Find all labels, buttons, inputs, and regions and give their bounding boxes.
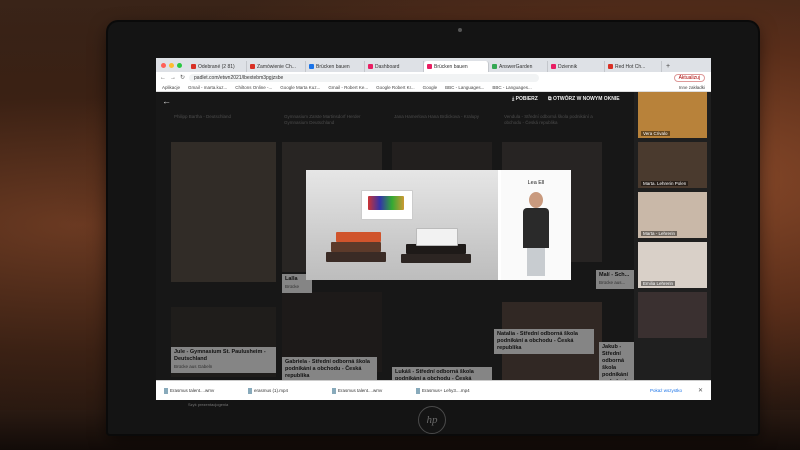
- bookmark-item[interactable]: Gmail - Robert Ke...: [328, 85, 368, 90]
- tab-label: Brücken bauen: [434, 63, 468, 70]
- books-photo: [306, 170, 498, 280]
- minimize-window-button[interactable]: [169, 63, 174, 68]
- show-all-downloads-link[interactable]: Pokaż wszystko: [650, 388, 682, 393]
- tab-label: Dziennik: [558, 63, 578, 70]
- lightbox-toolbar: ← ⤓ POBIERZ ⧉ OTWÓRZ W NOWYM OKNIE: [156, 92, 634, 110]
- tab-label: Odebrané (2 81): [198, 63, 235, 70]
- participant-video[interactable]: Emilia Lehrerin: [638, 242, 707, 288]
- download-label: POBIERZ: [515, 96, 538, 102]
- participant-name: Vera Crivalo: [641, 131, 670, 136]
- laptop-screen: Odebrané (2 81) Zamówienie Ch... Brücken…: [156, 58, 711, 400]
- download-button[interactable]: ⤓ POBIERZ: [512, 96, 538, 102]
- reload-icon[interactable]: ↻: [180, 74, 185, 81]
- bookmark-item[interactable]: Google Robert Kr...: [376, 85, 415, 90]
- tab-favicon-icon: [250, 64, 255, 69]
- browser-tab[interactable]: Dziennik: [548, 61, 605, 72]
- forward-arrow-icon[interactable]: →: [170, 75, 176, 81]
- address-bar-row: ← → ↻ padlet.com/etwn2021/lbextebm3pgjzs…: [156, 72, 711, 83]
- download-filename: erasmus (1).mp4: [254, 388, 289, 393]
- tab-favicon-icon: [608, 64, 613, 69]
- browser-tab[interactable]: AnswerGarden: [489, 61, 548, 72]
- tab-favicon-icon: [427, 64, 432, 69]
- back-arrow-icon[interactable]: ←: [160, 75, 166, 81]
- tab-favicon-icon: [492, 64, 497, 69]
- tab-label: Zamówienie Ch...: [257, 63, 296, 70]
- bookmark-item[interactable]: Aplikacje: [162, 85, 180, 90]
- download-filename: Erasmus talent....wmv: [338, 388, 383, 393]
- browser-tab-bar: Odebrané (2 81) Zamówienie Ch... Brücken…: [156, 58, 711, 72]
- participant-name: Emilia Lehrerin: [641, 281, 676, 286]
- new-tab-button[interactable]: +: [662, 63, 674, 72]
- tab-label: Red Hot Ch...: [615, 63, 646, 70]
- person-head: [529, 192, 543, 208]
- padlet-board: Philipp Bartha - Deutschland Gymnasium Z…: [156, 92, 634, 400]
- book: [326, 252, 386, 262]
- participant-name: Marta - Lehrerin: [641, 231, 678, 236]
- back-arrow-icon[interactable]: ←: [162, 96, 171, 106]
- window-controls: [156, 63, 188, 72]
- book: [401, 254, 471, 263]
- browser-tab[interactable]: Odebrané (2 81): [188, 61, 247, 72]
- book: [336, 232, 381, 242]
- file-icon: [332, 387, 336, 394]
- bookmark-item[interactable]: BBC - Languages...: [492, 85, 531, 90]
- paper-bridge: [416, 228, 458, 246]
- download-filename: Erasmus talent....wmv: [170, 388, 215, 393]
- tab-favicon-icon: [551, 64, 556, 69]
- download-item[interactable]: erasmus (1).mp4: [248, 387, 326, 394]
- close-window-button[interactable]: [161, 63, 166, 68]
- download-item[interactable]: Erasmus+ Lehy3....mp4: [416, 387, 494, 394]
- hp-logo: hp: [418, 406, 446, 434]
- participant-video[interactable]: Marta. Lehrerin Polen: [638, 142, 707, 188]
- webcam: [458, 28, 462, 32]
- video-call-panel: Vera Crivalo Marta. Lehrerin Polen Marta…: [634, 92, 711, 400]
- laptop: Odebrané (2 81) Zamówienie Ch... Brücken…: [108, 22, 758, 434]
- bookmark-item[interactable]: Google Marta Kuz...: [280, 85, 320, 90]
- video-feed: [638, 292, 707, 338]
- browser-tab-active[interactable]: Brücken bauen: [424, 61, 489, 72]
- open-new-window-button[interactable]: ⧉ OTWÓRZ W NOWYM OKNIE: [548, 96, 620, 102]
- tab-favicon-icon: [368, 64, 373, 69]
- book: [331, 242, 381, 252]
- browser-tab[interactable]: Red Hot Ch...: [605, 61, 662, 72]
- tab-label: Dashboard: [375, 63, 400, 70]
- participant-video[interactable]: [638, 292, 707, 338]
- url-field[interactable]: padlet.com/etwn2021/lbextebm3pgjzsbe: [189, 73, 540, 82]
- update-browser-button[interactable]: Aktualizuj: [673, 73, 705, 82]
- tab-label: Brücken bauen: [316, 63, 350, 70]
- download-item[interactable]: Erasmus talent....wmv: [332, 387, 410, 394]
- lightbox-image: Lea Ell: [306, 170, 571, 280]
- download-filename: Erasmus+ Lehy3....mp4: [422, 388, 470, 393]
- browser-tab[interactable]: Brücken bauen: [306, 61, 365, 72]
- participant-name: Marta. Lehrerin Polen: [641, 181, 689, 186]
- student-photo: Lea Ell: [501, 170, 571, 280]
- person-body: [523, 208, 549, 248]
- tab-favicon-icon: [309, 64, 314, 69]
- participant-video[interactable]: Marta - Lehrerin: [638, 192, 707, 238]
- close-icon[interactable]: ✕: [698, 387, 703, 394]
- maximize-window-button[interactable]: [177, 63, 182, 68]
- participant-video[interactable]: Vera Crivalo: [638, 92, 707, 138]
- browser-tab[interactable]: Dashboard: [365, 61, 424, 72]
- bookmark-item[interactable]: Chiltons Online -...: [235, 85, 272, 90]
- tab-label: AnswerGarden: [499, 63, 533, 70]
- file-icon: [248, 387, 252, 394]
- flag-artwork: [368, 196, 404, 210]
- bookmark-item[interactable]: BBC - Languages...: [445, 85, 484, 90]
- download-item[interactable]: Erasmus talent....wmv: [164, 387, 242, 394]
- bookmark-item[interactable]: Google: [423, 85, 438, 90]
- other-bookmarks[interactable]: Inne zakładki: [679, 85, 705, 90]
- file-icon: [416, 387, 420, 394]
- download-shelf: Erasmus talent....wmv erasmus (1).mp4 Er…: [156, 380, 711, 400]
- bookmarks-bar: Aplikacje Gmail - marta.kuz... Chiltons …: [156, 83, 711, 92]
- tab-favicon-icon: [191, 64, 196, 69]
- bookmark-item[interactable]: Gmail - marta.kuz...: [188, 85, 227, 90]
- browser-tab[interactable]: Zamówienie Ch...: [247, 61, 306, 72]
- open-label: OTWÓRZ W NOWYM OKNIE: [552, 96, 620, 102]
- person-legs: [527, 248, 545, 276]
- below-screen-text: Szyk prezentacjogenia: [188, 402, 229, 407]
- file-icon: [164, 387, 168, 394]
- student-name: Lea Ell: [527, 180, 545, 186]
